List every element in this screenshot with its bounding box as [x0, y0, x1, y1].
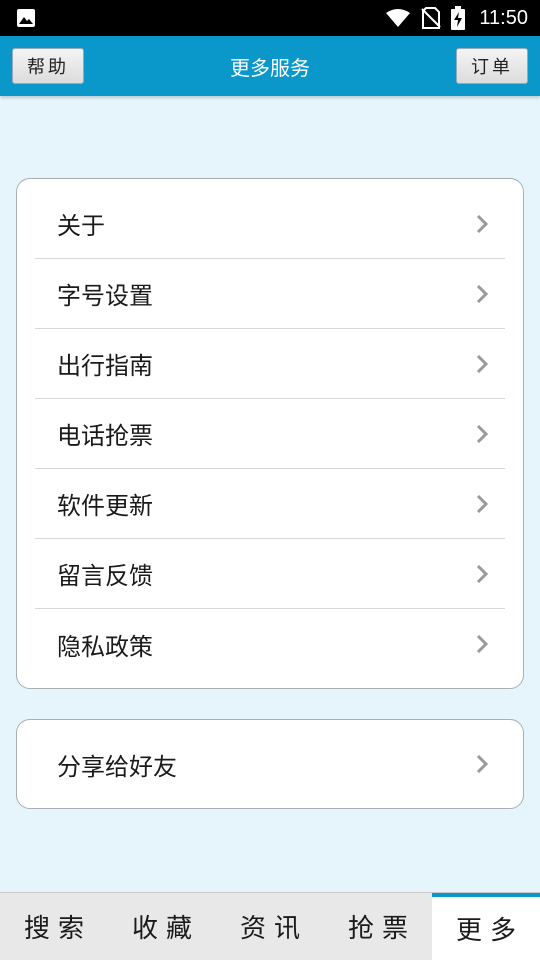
- tab-favorites[interactable]: 收藏: [108, 893, 216, 960]
- bottom-tab-bar: 搜索 收藏 资讯 抢票 更多: [0, 892, 540, 960]
- header-bar: 帮助 更多服务 订单: [0, 36, 540, 96]
- status-right: 11:50: [385, 6, 528, 30]
- menu-item-feedback[interactable]: 留言反馈: [35, 539, 505, 609]
- menu-item-label: 关于: [57, 212, 105, 240]
- wifi-icon: [386, 9, 411, 27]
- menu-item-label: 出行指南: [57, 352, 153, 380]
- chevron-right-icon: [476, 214, 489, 233]
- image-icon: [17, 9, 35, 27]
- chevron-right-icon: [476, 424, 489, 443]
- status-left: [16, 8, 36, 28]
- menu-item-travel-guide[interactable]: 出行指南: [35, 329, 505, 399]
- menu-item-label: 留言反馈: [57, 562, 153, 590]
- chevron-right-icon: [476, 494, 489, 513]
- status-bar: 11:50: [0, 0, 540, 36]
- chevron-right-icon: [476, 564, 489, 583]
- menu-item-font-size[interactable]: 字号设置: [35, 259, 505, 329]
- share-card: 分享给好友: [16, 719, 524, 809]
- tab-search[interactable]: 搜索: [0, 893, 108, 960]
- menu-item-about[interactable]: 关于: [35, 189, 505, 259]
- menu-item-label: 软件更新: [57, 492, 153, 520]
- menu-item-software-update[interactable]: 软件更新: [35, 469, 505, 539]
- tab-more[interactable]: 更多: [432, 893, 540, 960]
- menu-card: 关于 字号设置 出行指南 电话抢票 软件更新 留言反馈 隐私政策: [16, 178, 524, 689]
- chevron-right-icon: [476, 634, 489, 654]
- chevron-right-icon: [476, 354, 489, 373]
- menu-item-label: 字号设置: [57, 282, 153, 310]
- tab-news[interactable]: 资讯: [216, 893, 324, 960]
- menu-item-label: 电话抢票: [57, 422, 153, 450]
- status-time: 11:50: [479, 6, 528, 29]
- share-to-friends-item[interactable]: 分享给好友: [35, 720, 505, 808]
- no-sim-icon: [421, 7, 442, 29]
- menu-item-privacy-policy[interactable]: 隐私政策: [35, 609, 505, 679]
- menu-item-label: 隐私政策: [57, 632, 153, 661]
- menu-item-phone-booking[interactable]: 电话抢票: [35, 399, 505, 469]
- chevron-right-icon: [476, 754, 489, 774]
- help-button[interactable]: 帮助: [12, 48, 84, 84]
- orders-button[interactable]: 订单: [456, 48, 528, 84]
- battery-charging-icon: [451, 6, 466, 30]
- tab-booking[interactable]: 抢票: [324, 893, 432, 960]
- share-label: 分享给好友: [57, 752, 177, 781]
- chevron-right-icon: [476, 284, 489, 303]
